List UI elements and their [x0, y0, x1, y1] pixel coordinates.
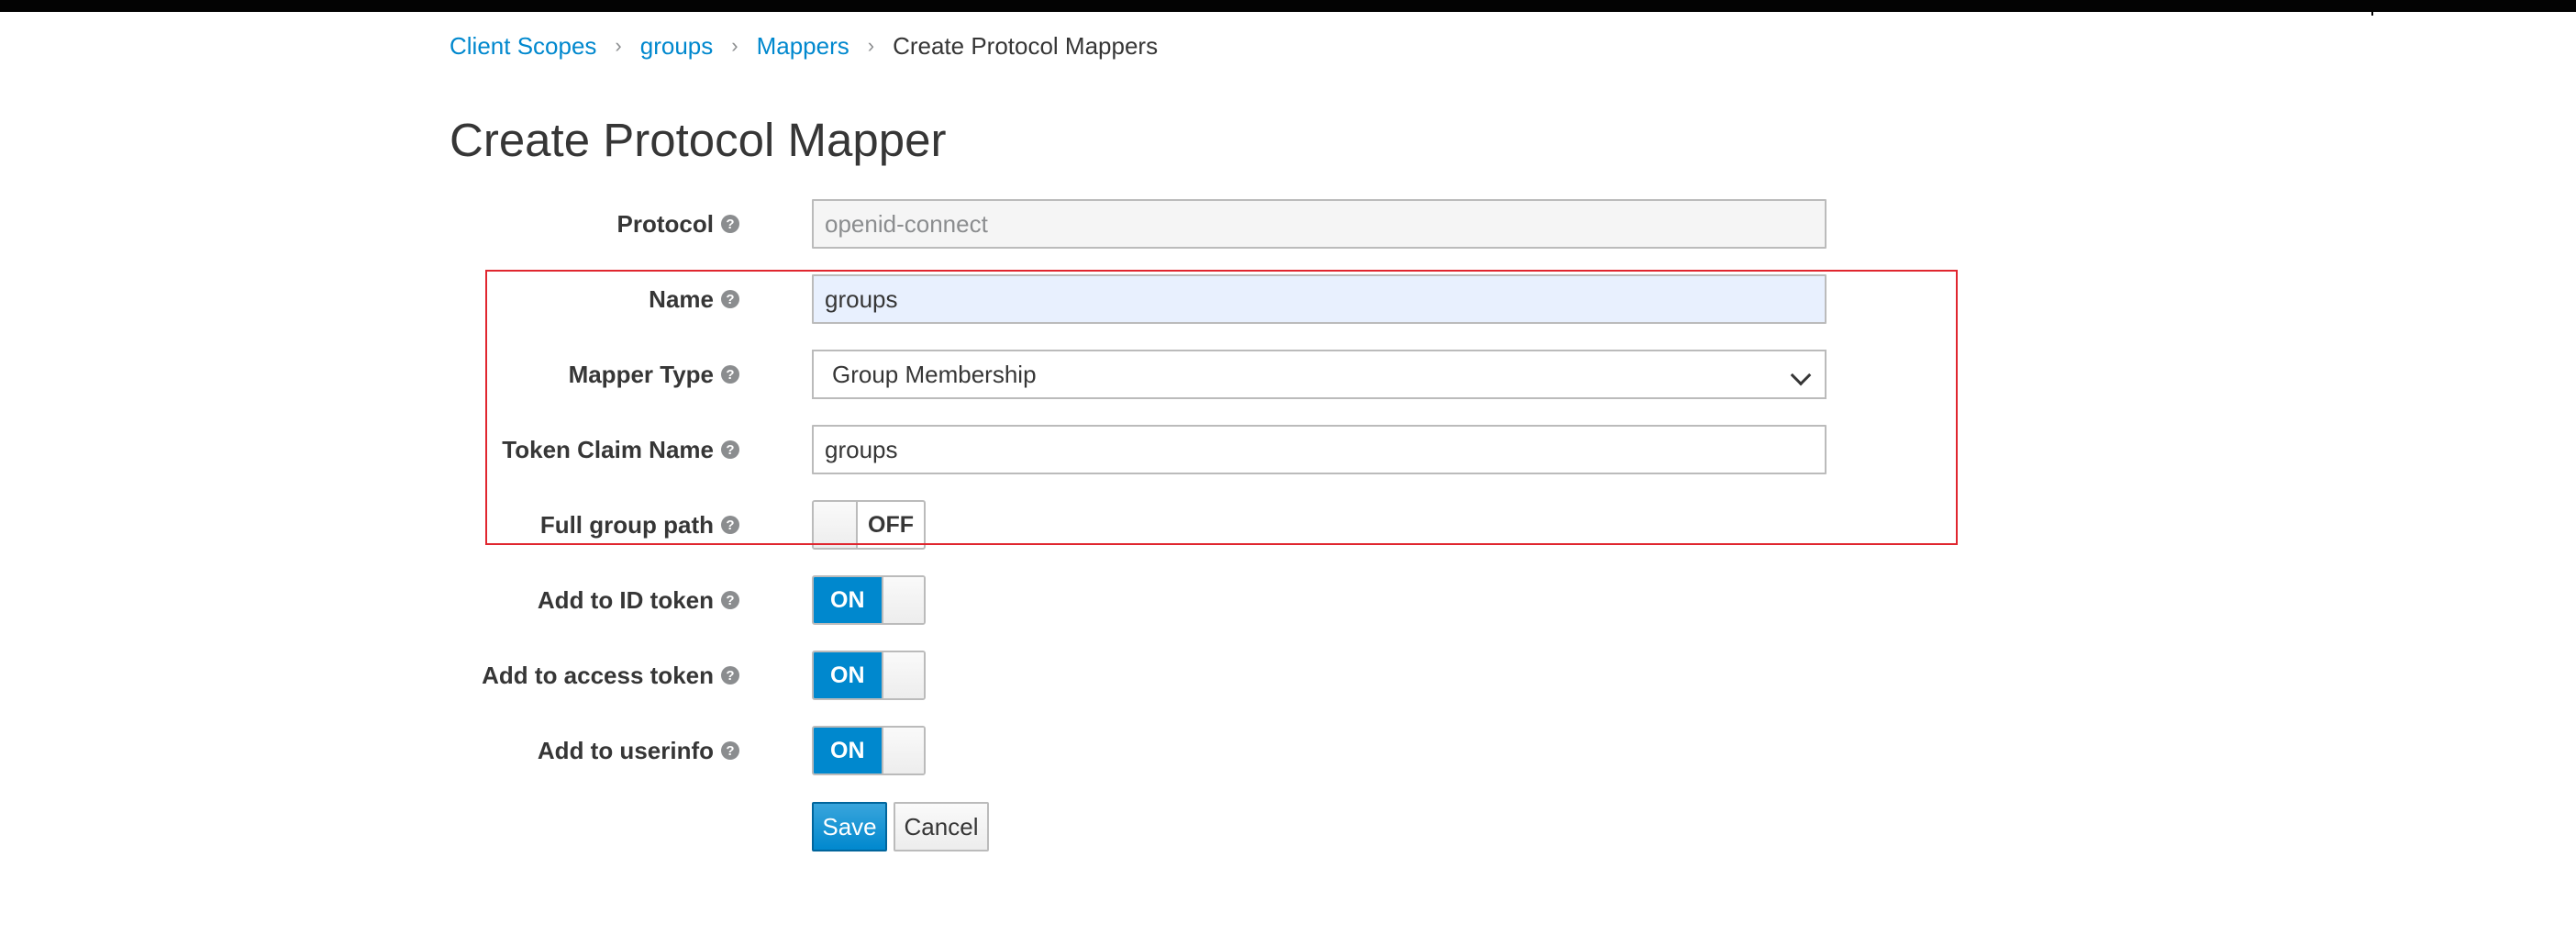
- add-to-id-token-label: Add to ID token ?: [538, 575, 739, 625]
- token-claim-name-row: Token Claim Name ?: [0, 425, 2576, 474]
- add-to-id-token-label-text: Add to ID token: [537, 585, 714, 614]
- toggle-knob: [814, 502, 858, 548]
- chevron-down-icon: [1790, 364, 1812, 386]
- mapper-type-select[interactable]: Group Membership: [812, 350, 1827, 399]
- question-circle-icon[interactable]: ?: [721, 516, 739, 534]
- add-to-access-token-toggle[interactable]: ON: [812, 651, 926, 700]
- toggle-state-label: ON: [814, 728, 882, 773]
- name-label-text: Name: [649, 284, 714, 313]
- token-claim-name-label-text: Token Claim Name: [502, 435, 714, 463]
- chevron-right-icon: ›: [867, 34, 875, 57]
- toggle-state-label: OFF: [868, 511, 914, 538]
- cancel-button[interactable]: Cancel: [894, 802, 989, 851]
- add-to-id-token-toggle[interactable]: ON: [812, 575, 926, 625]
- toggle-state-label: ON: [814, 652, 882, 698]
- question-circle-icon[interactable]: ?: [721, 666, 739, 684]
- mapper-type-selected-value: Group Membership: [832, 360, 1037, 388]
- chevron-right-icon: ›: [615, 34, 622, 57]
- token-claim-name-field[interactable]: [812, 425, 1827, 474]
- toggle-knob: [881, 728, 924, 773]
- add-to-userinfo-label-text: Add to userinfo: [537, 736, 714, 764]
- question-circle-icon[interactable]: ?: [721, 215, 739, 233]
- name-row: Name ?: [0, 274, 2576, 324]
- add-to-access-token-row: Add to access token ? ON: [0, 651, 2576, 700]
- add-to-access-token-label-text: Add to access token: [482, 661, 714, 689]
- mapper-type-row: Mapper Type ? Group Membership: [0, 350, 2576, 399]
- protocol-label: Protocol ?: [617, 199, 739, 249]
- page-title: Create Protocol Mapper: [450, 114, 947, 166]
- protocol-label-text: Protocol: [616, 209, 714, 238]
- top-bar: [0, 0, 2576, 12]
- protocol-row: Protocol ?: [0, 199, 2576, 249]
- question-circle-icon[interactable]: ?: [721, 741, 739, 760]
- add-to-userinfo-label: Add to userinfo ?: [538, 726, 739, 775]
- add-to-userinfo-toggle[interactable]: ON: [812, 726, 926, 775]
- top-bar-tick: [2371, 12, 2373, 16]
- mapper-type-label: Mapper Type ?: [569, 350, 739, 399]
- save-button[interactable]: Save: [812, 802, 887, 851]
- name-field[interactable]: [812, 274, 1827, 324]
- toggle-knob: [881, 577, 924, 623]
- breadcrumb: Client Scopes › groups › Mappers › Creat…: [450, 28, 1158, 64]
- full-group-path-label-text: Full group path: [539, 510, 714, 539]
- breadcrumb-groups[interactable]: groups: [640, 32, 714, 61]
- toggle-knob: [881, 652, 924, 698]
- name-label: Name ?: [649, 274, 739, 324]
- full-group-path-row: Full group path ? OFF: [0, 500, 2576, 550]
- add-to-id-token-row: Add to ID token ? ON: [0, 575, 2576, 625]
- breadcrumb-mappers[interactable]: Mappers: [757, 32, 849, 61]
- full-group-path-toggle[interactable]: OFF: [812, 500, 926, 550]
- question-circle-icon[interactable]: ?: [721, 365, 739, 384]
- breadcrumb-current: Create Protocol Mappers: [893, 31, 1159, 60]
- toggle-state-label: ON: [814, 577, 882, 623]
- question-circle-icon[interactable]: ?: [721, 591, 739, 609]
- full-group-path-label: Full group path ?: [540, 500, 739, 550]
- protocol-field: [812, 199, 1827, 249]
- add-to-userinfo-row: Add to userinfo ? ON: [0, 726, 2576, 775]
- add-to-access-token-label: Add to access token ?: [482, 651, 739, 700]
- question-circle-icon[interactable]: ?: [721, 290, 739, 308]
- breadcrumb-client-scopes[interactable]: Client Scopes: [450, 32, 596, 61]
- question-circle-icon[interactable]: ?: [721, 440, 739, 459]
- chevron-right-icon: ›: [731, 34, 738, 57]
- mapper-type-label-text: Mapper Type: [568, 360, 714, 388]
- token-claim-name-label: Token Claim Name ?: [502, 425, 739, 474]
